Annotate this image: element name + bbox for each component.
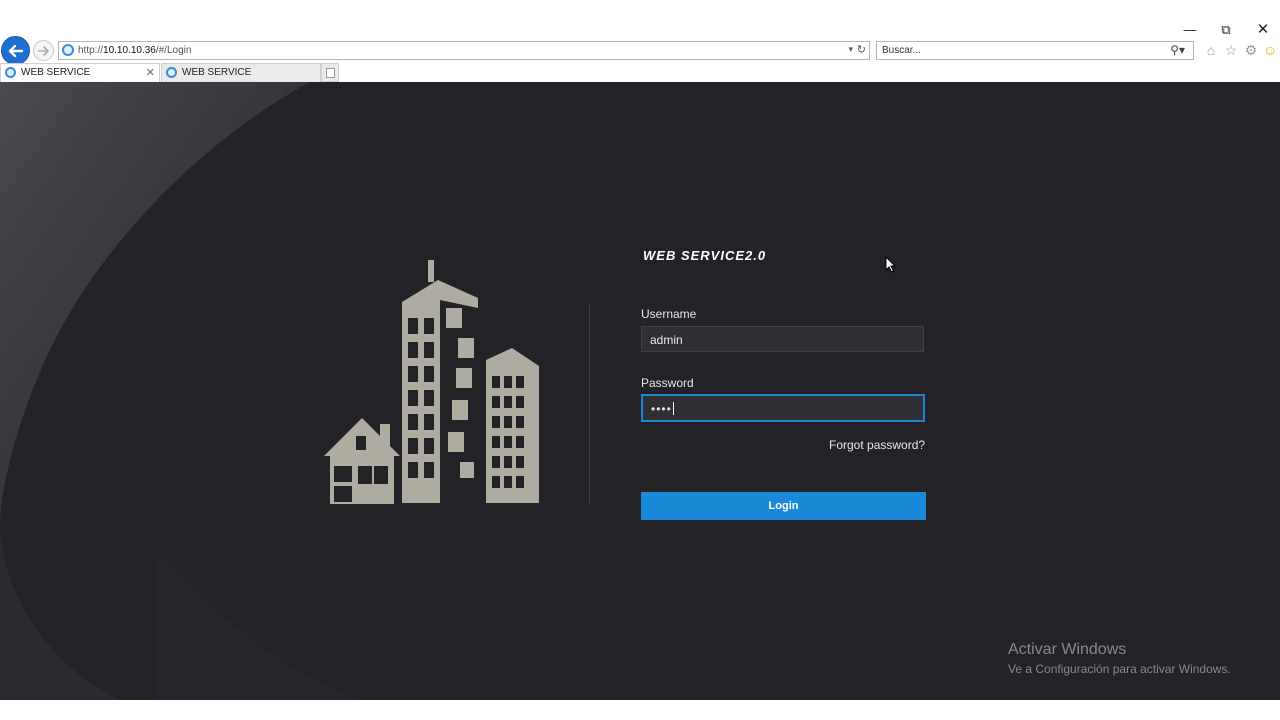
tab-label: WEB SERVICE xyxy=(21,67,91,78)
tab-web-service[interactable]: WEB SERVICE xyxy=(161,63,321,82)
ie-icon xyxy=(166,67,177,78)
refresh-icon[interactable]: ↻ xyxy=(857,43,866,56)
forward-arrow-icon xyxy=(38,46,49,56)
forgot-password-link[interactable]: Forgot password? xyxy=(829,438,925,452)
password-field[interactable]: •••• xyxy=(641,394,925,422)
mouse-cursor-icon xyxy=(885,256,897,273)
password-value: •••• xyxy=(651,402,672,416)
new-tab-icon xyxy=(326,68,335,78)
new-tab-button[interactable] xyxy=(321,63,339,82)
gear-icon[interactable]: ⚙ xyxy=(1243,41,1259,59)
home-icon[interactable]: ⌂ xyxy=(1203,41,1219,59)
password-label: Password xyxy=(641,376,694,390)
restore-icon[interactable]: ⧉ xyxy=(1216,22,1236,38)
text-caret xyxy=(672,402,674,415)
chevron-down-icon[interactable]: ▾ xyxy=(848,44,853,55)
address-bar[interactable]: http://10.10.10.36/#/Login ▾ ↻ xyxy=(58,41,870,60)
minimize-icon[interactable]: — xyxy=(1180,22,1200,38)
browser-chrome: — ⧉ ✕ http://10.10.10.36/#/Login ▾ ↻ Bus… xyxy=(0,0,1280,82)
tab-strip: WEB SERVICE ✕ WEB SERVICE xyxy=(0,63,1280,82)
back-button[interactable] xyxy=(1,36,30,65)
background-arc xyxy=(0,82,360,700)
ie-icon xyxy=(62,44,74,56)
close-icon[interactable]: ✕ xyxy=(146,64,155,82)
username-value: admin xyxy=(650,333,683,347)
vertical-divider xyxy=(589,304,590,504)
search-input[interactable]: Buscar... ⚲▾ xyxy=(876,41,1194,60)
login-page: WEB SERVICE2.0 Username admin Password •… xyxy=(0,82,1280,700)
smiley-icon[interactable]: ☺ xyxy=(1262,41,1278,59)
search-icon[interactable]: ⚲▾ xyxy=(1170,43,1185,57)
city-buildings-illustration xyxy=(324,260,539,504)
forward-button[interactable] xyxy=(33,40,54,61)
tab-web-service-active[interactable]: WEB SERVICE ✕ xyxy=(0,63,160,82)
brand-title: WEB SERVICE2.0 xyxy=(643,248,767,263)
tab-label: WEB SERVICE xyxy=(182,67,252,78)
close-window-icon[interactable]: ✕ xyxy=(1253,22,1273,38)
login-button[interactable]: Login xyxy=(641,492,926,520)
ie-icon xyxy=(5,67,16,78)
bottom-strip xyxy=(0,700,1280,720)
username-field[interactable]: admin xyxy=(641,326,924,352)
address-url[interactable]: http://10.10.10.36/#/Login xyxy=(78,45,191,56)
search-placeholder: Buscar... xyxy=(882,45,921,56)
activate-windows-title: Activar Windows xyxy=(1008,641,1127,658)
back-arrow-icon xyxy=(8,44,24,58)
star-icon[interactable]: ☆ xyxy=(1223,41,1239,59)
username-label: Username xyxy=(641,307,697,321)
activate-windows-subtitle: Ve a Configuración para activar Windows. xyxy=(1008,662,1231,676)
